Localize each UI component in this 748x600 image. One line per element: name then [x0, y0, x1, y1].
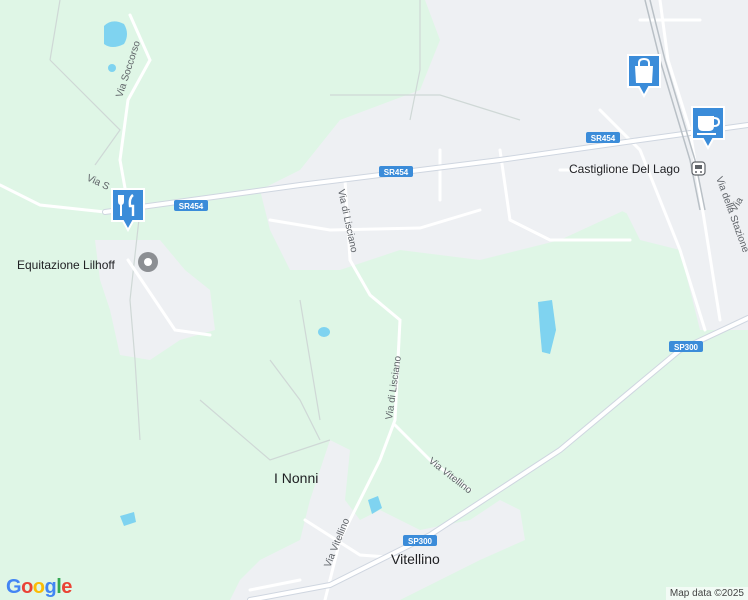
cafe-pin[interactable] [689, 104, 725, 151]
coffee-cup-icon [691, 106, 725, 151]
shopping-bag-icon [627, 54, 661, 99]
svg-text:SP300: SP300 [674, 343, 699, 352]
place-label-castiglione[interactable]: Castiglione Del Lago [569, 162, 680, 176]
shopping-pin[interactable] [625, 52, 661, 99]
place-label-vitellino[interactable]: Vitellino [391, 551, 440, 567]
road-shield-sp300-a: SP300 [669, 341, 703, 352]
restaurant-pin[interactable] [109, 186, 145, 233]
road-shield-sr454-b: SR454 [379, 166, 413, 177]
place-marker-icon[interactable] [138, 252, 158, 272]
svg-text:SR454: SR454 [591, 134, 616, 143]
fork-knife-icon [111, 188, 145, 233]
svg-text:SR454: SR454 [384, 168, 409, 177]
road-shield-sp300-b: SP300 [403, 535, 437, 546]
svg-text:SP300: SP300 [408, 537, 433, 546]
map-attribution[interactable]: Map data ©2025 [665, 587, 748, 600]
place-label-i-nonni[interactable]: I Nonni [274, 470, 318, 486]
svg-text:SR454: SR454 [179, 202, 204, 211]
road-shield-sr454-c: SR454 [586, 132, 620, 143]
google-logo[interactable]: Google [6, 576, 72, 599]
road-shield-sr454-a: SR454 [174, 200, 208, 211]
place-label-equitazione[interactable]: Equitazione Lilhoff [17, 258, 116, 272]
train-station-icon[interactable] [691, 161, 706, 176]
